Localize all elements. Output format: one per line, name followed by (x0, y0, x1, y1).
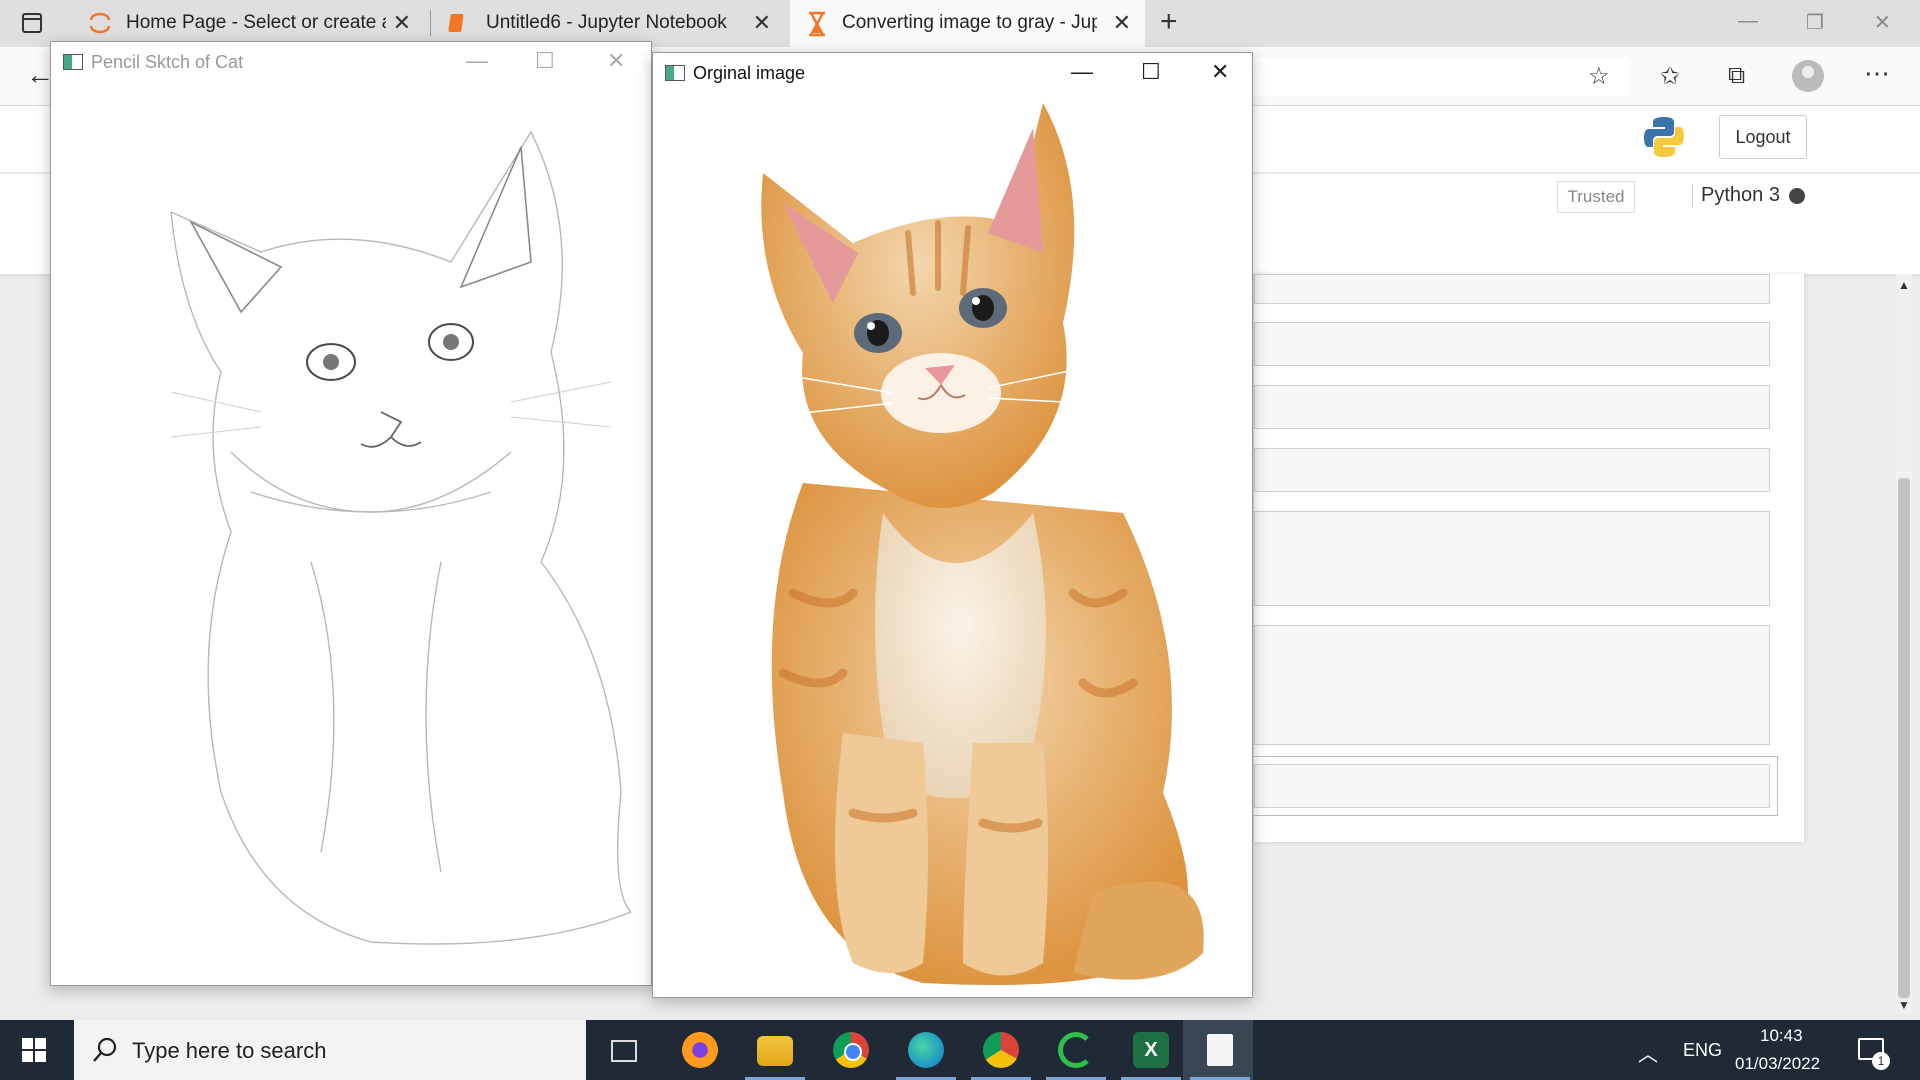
show-hidden-icons-icon[interactable]: ︿ (1638, 1038, 1658, 1067)
notebook-cell[interactable] (1254, 385, 1770, 429)
edge-icon[interactable] (908, 1032, 944, 1068)
tab-home-page[interactable]: Home Page - Select or create a n ✕ (70, 0, 425, 47)
pencil-sketch-window[interactable]: Pencil Sktch of Cat — ☐ ✕ (50, 41, 652, 986)
tab-untitled6[interactable]: Untitled6 - Jupyter Notebook ✕ (430, 0, 785, 47)
clock-time[interactable]: 10:43 (1760, 1026, 1803, 1046)
windows-start-icon[interactable] (22, 1038, 46, 1062)
notebook-icon (448, 14, 464, 32)
minimize-icon[interactable]: — (1071, 59, 1093, 85)
tab-converting-image[interactable]: Converting image to gray - Jupyt ✕ (790, 0, 1145, 47)
scroll-down-icon[interactable]: ▼ (1898, 998, 1910, 1012)
python-logo-icon (1644, 117, 1684, 157)
minimize-window-icon[interactable]: — (1738, 10, 1758, 33)
close-tab-icon[interactable]: ✕ (1113, 10, 1131, 36)
close-tab-icon[interactable]: ✕ (393, 10, 411, 36)
new-tab-button[interactable]: + (1160, 5, 1178, 39)
close-icon[interactable]: ✕ (607, 48, 625, 74)
maximize-icon[interactable]: ☐ (535, 48, 555, 74)
trusted-badge[interactable]: Trusted (1557, 181, 1635, 213)
favorites-icon[interactable]: ✩ (1660, 62, 1680, 91)
clock-date[interactable]: 01/03/2022 (1735, 1054, 1820, 1074)
restore-window-icon[interactable]: ❐ (1806, 10, 1824, 35)
file-explorer-icon[interactable] (757, 1036, 793, 1066)
jupyter-icon (89, 12, 111, 34)
anaconda-icon[interactable] (1058, 1032, 1094, 1068)
tab-actions-icon[interactable] (22, 13, 42, 33)
firefox-icon[interactable] (682, 1032, 718, 1068)
sketch-window-titlebar[interactable]: Pencil Sktch of Cat — ☐ ✕ (51, 42, 651, 82)
add-favorite-icon[interactable]: ☆ (1588, 62, 1610, 91)
scrollbar-thumb[interactable] (1898, 478, 1910, 998)
close-window-icon[interactable]: ✕ (1874, 10, 1891, 35)
chrome-icon[interactable] (833, 1032, 869, 1068)
task-view-icon[interactable] (611, 1040, 637, 1062)
tab-label: Converting image to gray - Jupyt (842, 12, 1097, 33)
notepad-icon[interactable] (1207, 1034, 1233, 1066)
excel-icon[interactable]: X (1133, 1032, 1169, 1068)
kernel-status-icon (1789, 188, 1805, 204)
address-field[interactable] (1240, 58, 1630, 96)
original-image-window[interactable]: Orginal image — ☐ ✕ (652, 52, 1253, 998)
close-tab-icon[interactable]: ✕ (753, 10, 771, 36)
hourglass-icon (809, 11, 825, 37)
tab-label: Untitled6 - Jupyter Notebook (486, 12, 727, 33)
taskbar-search-box[interactable]: Type here to search (74, 1020, 586, 1080)
code-input-area[interactable] (1254, 764, 1770, 808)
notebook-cell[interactable] (1254, 448, 1770, 492)
logout-button[interactable]: Logout (1719, 115, 1807, 159)
more-menu-icon[interactable]: ⋯ (1864, 58, 1890, 89)
notebook-cell[interactable] (1254, 625, 1770, 745)
language-indicator[interactable]: ENG (1683, 1040, 1722, 1061)
kernel-name[interactable]: Python 3 (1692, 184, 1780, 207)
cat-photo-image (761, 103, 1204, 985)
original-window-titlebar[interactable]: Orginal image — ☐ ✕ (653, 53, 1252, 93)
search-placeholder: Type here to search (132, 1038, 327, 1063)
scroll-up-icon[interactable]: ▲ (1898, 278, 1910, 292)
opencv-window-icon (63, 54, 83, 70)
notebook-cell[interactable] (1254, 511, 1770, 606)
profile-avatar[interactable] (1792, 60, 1824, 92)
notebook-cell[interactable] (1254, 322, 1770, 366)
cat-pencil-sketch-image (170, 130, 632, 945)
sketch-window-title: Pencil Sktch of Cat (91, 52, 244, 72)
notification-count-badge: 1 (1872, 1052, 1890, 1070)
maximize-icon[interactable]: ☐ (1141, 59, 1161, 85)
tab-label: Home Page - Select or create a n (126, 12, 386, 33)
minimize-icon[interactable]: — (466, 48, 488, 74)
search-icon (93, 1037, 117, 1062)
collections-icon[interactable]: ⧉ (1728, 62, 1745, 90)
notebook-cell[interactable] (1254, 274, 1770, 304)
browser-tab-bar: Home Page - Select or create a n ✕ Untit… (0, 0, 1920, 47)
chrome-profile-icon[interactable] (983, 1032, 1019, 1068)
opencv-window-icon (665, 65, 685, 81)
original-window-title: Orginal image (693, 63, 806, 83)
close-icon[interactable]: ✕ (1211, 59, 1229, 85)
